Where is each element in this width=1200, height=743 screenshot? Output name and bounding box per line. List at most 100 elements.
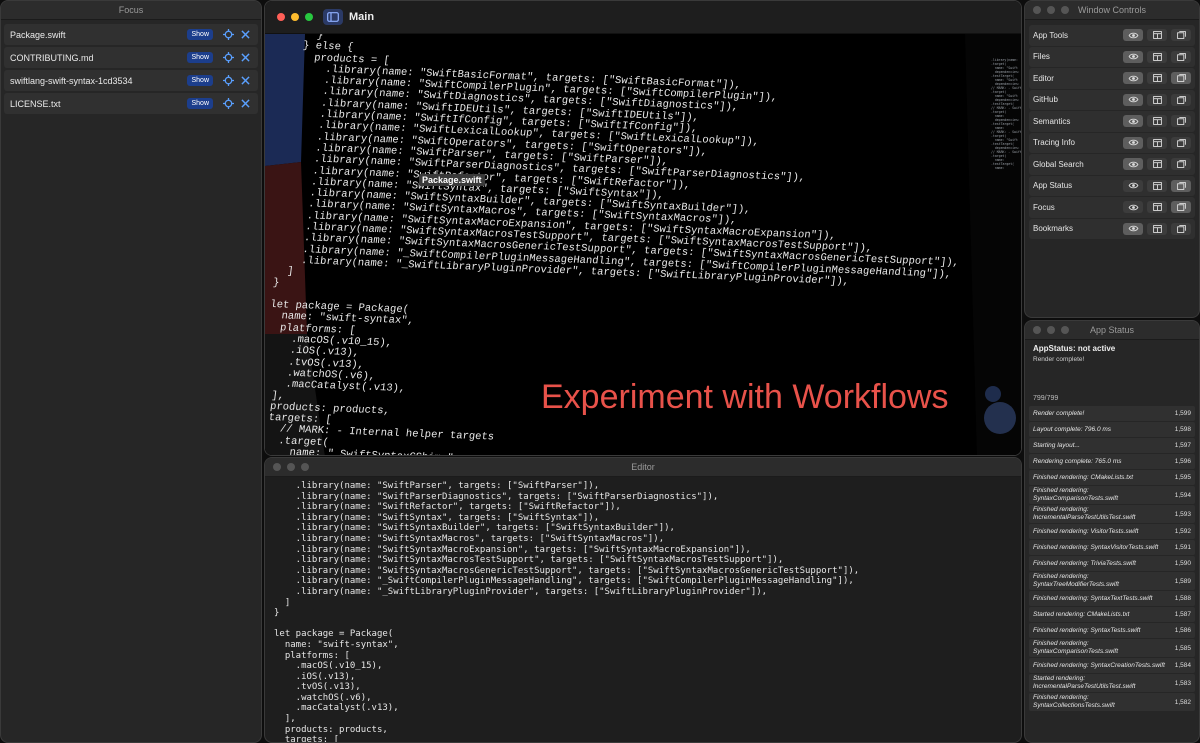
status-log-row[interactable]: Finished rendering: CMakeLists.txt 1,595 [1029,470,1195,485]
close-icon[interactable] [238,28,252,42]
toggle-visibility-button[interactable] [1123,115,1143,128]
toggle-visibility-button[interactable] [1123,29,1143,42]
app-status-titlebar[interactable]: App Status [1025,321,1199,340]
toggle-overlay-button[interactable] [1171,50,1191,63]
window-control-row: GitHub [1029,89,1195,110]
toggle-visibility-button[interactable] [1123,136,1143,149]
main-titlebar[interactable]: Main [265,1,1021,34]
toggle-window-button[interactable] [1147,136,1167,149]
zoom-window-button[interactable] [301,463,309,471]
toggle-window-button[interactable] [1147,222,1167,235]
toggle-overlay-button[interactable] [1171,29,1191,42]
toggle-visibility-button[interactable] [1123,50,1143,63]
toggle-visibility-button[interactable] [1123,179,1143,192]
focus-item-name: swiftlang-swift-syntax-1cd3534 [10,75,133,86]
status-log-message: Finished rendering: SyntaxComparisonTest… [1033,640,1119,655]
show-button[interactable]: Show [187,29,213,40]
status-log-row[interactable]: Finished rendering: SyntaxCreationTests.… [1029,658,1195,673]
toggle-overlay-button[interactable] [1171,72,1191,85]
focus-titlebar[interactable]: Focus [1,1,261,20]
code-scene-view[interactable]: } } else { products = [ .library(name: "… [265,34,1021,455]
focus-item[interactable]: Package.swift Show [4,24,258,45]
editor-window: Editor .library(name: "SwiftParser", tar… [264,457,1022,743]
toggle-visibility-button[interactable] [1123,201,1143,214]
locate-icon[interactable] [221,74,235,88]
locate-icon[interactable] [221,51,235,65]
toggle-visibility-button[interactable] [1123,222,1143,235]
focus-item-name: Package.swift [10,29,66,40]
status-log-row[interactable]: Finished rendering: SyntaxTreeModifierTe… [1029,572,1195,590]
focus-item[interactable]: swiftlang-swift-syntax-1cd3534 Show [4,70,258,91]
status-log-row[interactable]: Finished rendering: SyntaxCollectionsTes… [1029,693,1195,711]
toggle-visibility-button[interactable] [1123,93,1143,106]
show-button[interactable]: Show [187,75,213,86]
toggle-window-button[interactable] [1147,72,1167,85]
status-log-row[interactable]: Layout complete: 796.0 ms 1,598 [1029,422,1195,437]
zoom-window-button[interactable] [1061,326,1069,334]
toggle-window-button[interactable] [1147,179,1167,192]
overlay-icon [1176,138,1186,147]
locate-icon[interactable] [221,28,235,42]
close-icon[interactable] [238,74,252,88]
status-log-index: 1,586 [1174,627,1191,634]
editor-code-text[interactable]: .library(name: "SwiftParser", targets: [… [265,477,1021,742]
status-log-list[interactable]: Render complete! 1,599 Layout complete: 79… [1025,406,1199,711]
status-log-message: Finished rendering: SyntaxTreeModifierTe… [1033,573,1119,588]
toggle-overlay-button[interactable] [1171,158,1191,171]
toggle-window-button[interactable] [1147,201,1167,214]
toggle-overlay-button[interactable] [1171,115,1191,128]
close-window-button[interactable] [273,463,281,471]
close-window-button[interactable] [1033,326,1041,334]
locate-icon[interactable] [221,97,235,111]
toggle-window-button[interactable] [1147,29,1167,42]
status-log-row[interactable]: Finished rendering: IncrementalParseTest… [1029,505,1195,523]
status-log-row[interactable]: Render complete! 1,599 [1029,406,1195,421]
toggle-overlay-button[interactable] [1171,136,1191,149]
status-log-row[interactable]: Finished rendering: SyntaxTests.swift 1,5… [1029,623,1195,638]
status-log-row[interactable]: Rendering complete: 765.0 ms 1,596 [1029,454,1195,469]
focus-item[interactable]: LICENSE.txt Show [4,93,258,114]
app-status-count: 799/799 [1033,395,1059,402]
window-controls-list: App Tools Files Editor GitHub Semantics Traci… [1025,25,1199,239]
status-log-row[interactable]: Started rendering: IncrementalParseTestU… [1029,674,1195,692]
toggle-window-button[interactable] [1147,158,1167,171]
overlay-icon [1176,31,1186,40]
editor-titlebar[interactable]: Editor [265,458,1021,477]
show-button[interactable]: Show [187,98,213,109]
toggle-overlay-button[interactable] [1171,93,1191,106]
close-window-button[interactable] [277,13,285,21]
toggle-window-button[interactable] [1147,93,1167,106]
window-controls-titlebar[interactable]: Window Controls [1025,1,1199,20]
toggle-overlay-button[interactable] [1171,179,1191,192]
minimize-window-button[interactable] [291,13,299,21]
zoom-window-button[interactable] [305,13,313,21]
minimize-window-button[interactable] [1047,6,1055,14]
main-window-title: Main [349,11,375,23]
status-log-row[interactable]: Finished rendering: SyntaxComparisonTest… [1029,639,1195,657]
toggle-visibility-button[interactable] [1123,158,1143,171]
status-log-row[interactable]: Finished rendering: TriviaTests.swift 1,5… [1029,556,1195,571]
status-log-message: Starting layout... [1033,441,1080,449]
toggle-window-button[interactable] [1147,50,1167,63]
status-log-row[interactable]: Finished rendering: SyntaxVisitorTests.s… [1029,540,1195,555]
toggle-visibility-button[interactable] [1123,72,1143,85]
minimize-window-button[interactable] [1047,326,1055,334]
status-log-row[interactable]: Started rendering: CMakeLists.txt 1,587 [1029,607,1195,622]
status-log-row[interactable]: Finished rendering: SyntaxTextTests.swif… [1029,591,1195,606]
close-icon[interactable] [238,97,252,111]
toggle-window-button[interactable] [1147,115,1167,128]
toggle-overlay-button[interactable] [1171,201,1191,214]
status-log-row[interactable]: Starting layout... 1,597 [1029,438,1195,453]
focus-item-name: LICENSE.txt [10,98,61,109]
status-log-row[interactable]: Finished rendering: SyntaxComparisonTest… [1029,486,1195,504]
close-window-button[interactable] [1033,6,1041,14]
minimize-window-button[interactable] [287,463,295,471]
focus-item[interactable]: CONTRIBUTING.md Show [4,47,258,68]
show-button[interactable]: Show [187,52,213,63]
toggle-overlay-button[interactable] [1171,222,1191,235]
status-log-index: 1,585 [1174,644,1191,652]
status-log-row[interactable]: Finished rendering: VisitorTests.swift 1,… [1029,524,1195,539]
close-icon[interactable] [238,51,252,65]
zoom-window-button[interactable] [1061,6,1069,14]
sidebar-toggle-button[interactable] [323,9,343,25]
